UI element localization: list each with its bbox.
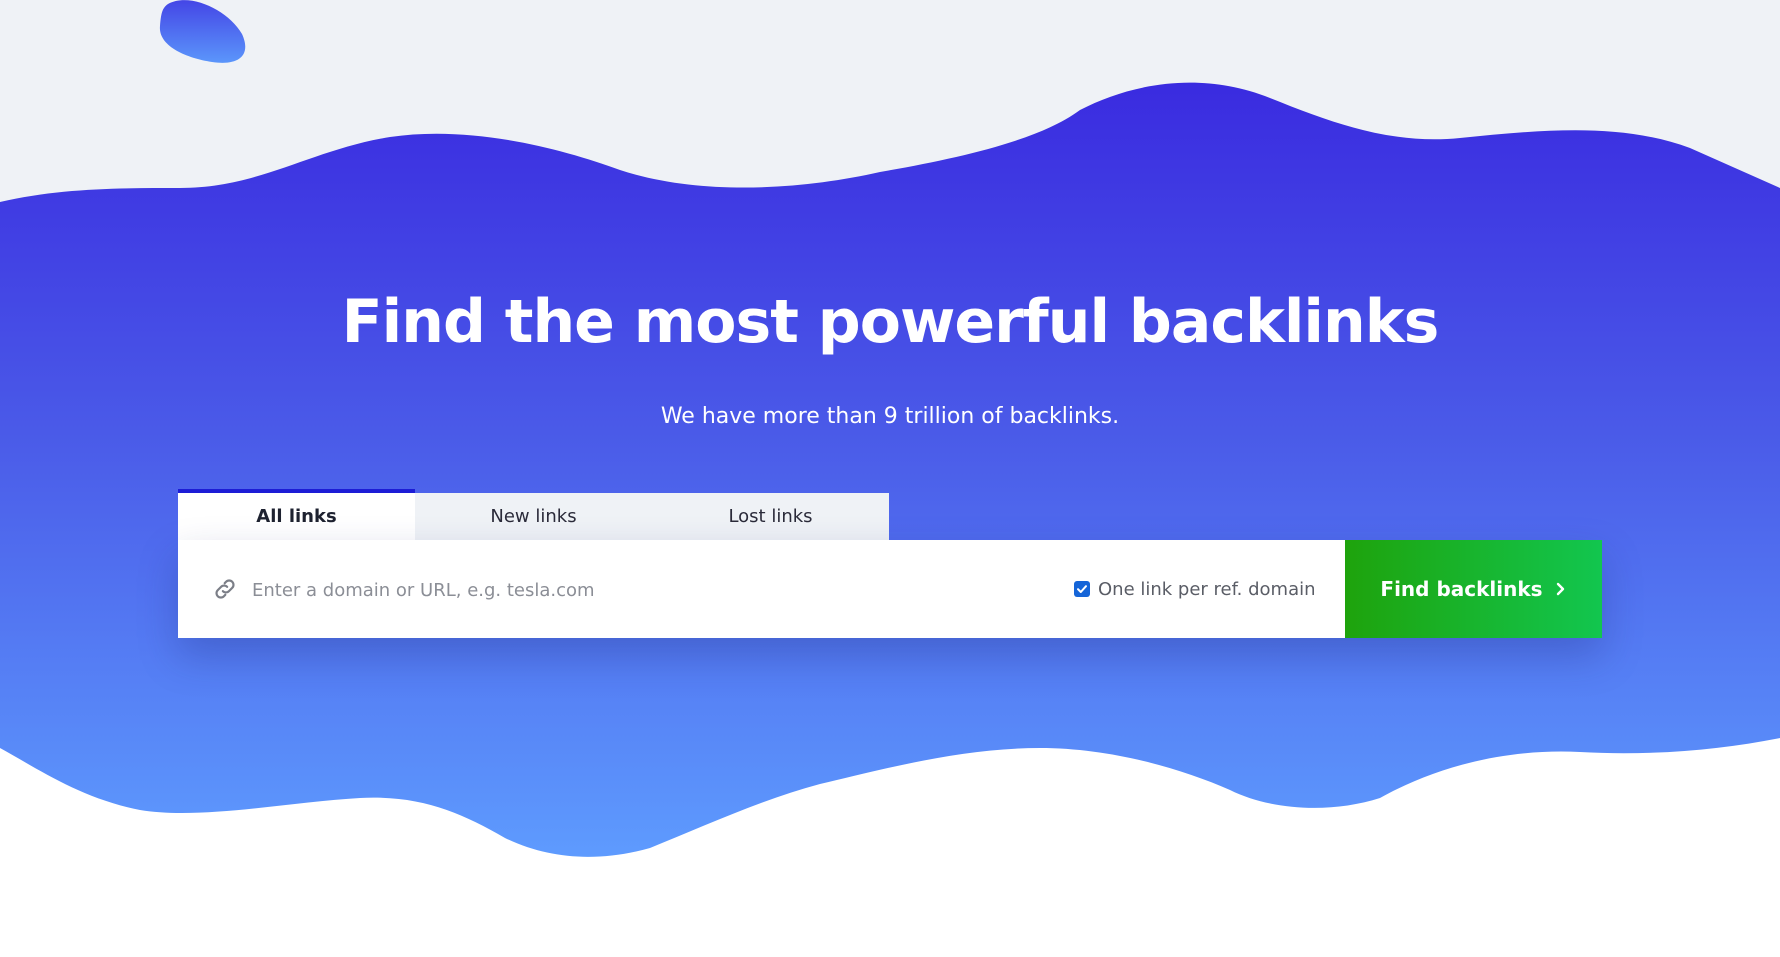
link-type-tabs: All links New links Lost links bbox=[178, 489, 890, 540]
link-icon bbox=[215, 579, 235, 599]
domain-url-input[interactable] bbox=[250, 568, 1014, 612]
checkmark-icon bbox=[1077, 585, 1087, 593]
tab-all-links[interactable]: All links bbox=[178, 489, 415, 540]
one-link-per-domain-checkbox[interactable] bbox=[1074, 581, 1090, 597]
tab-lost-links[interactable]: Lost links bbox=[652, 493, 889, 540]
page-title: Find the most powerful backlinks bbox=[341, 287, 1440, 357]
find-backlinks-button[interactable]: Find backlinks bbox=[1345, 540, 1602, 638]
tab-new-links[interactable]: New links bbox=[415, 493, 652, 540]
hero-wave-background bbox=[0, 0, 1780, 857]
page-subtitle: We have more than 9 trillion of backlink… bbox=[660, 404, 1120, 429]
page: Find the most powerful backlinks We have… bbox=[0, 0, 1780, 957]
one-link-per-domain-option[interactable]: One link per ref. domain bbox=[1074, 576, 1316, 602]
wave-shape bbox=[0, 82, 1780, 857]
one-link-per-domain-label: One link per ref. domain bbox=[1098, 578, 1316, 600]
search-panel: One link per ref. domain Find backlinks bbox=[178, 540, 1602, 638]
chevron-right-icon bbox=[1556, 582, 1564, 596]
find-backlinks-label: Find backlinks bbox=[1380, 577, 1543, 601]
